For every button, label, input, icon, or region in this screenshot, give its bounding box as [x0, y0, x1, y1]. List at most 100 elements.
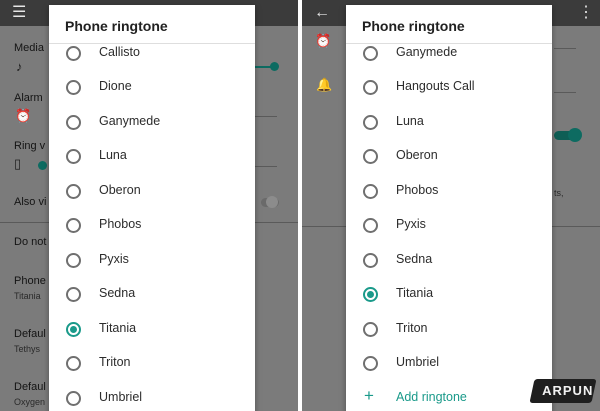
plus-icon: +: [364, 386, 374, 405]
ringtone-label: Pyxis: [396, 217, 426, 231]
ringtone-option[interactable]: Hangouts Call: [346, 70, 552, 104]
ringtone-option[interactable]: Luna: [49, 139, 255, 173]
add-ringtone-label: Add ringtone: [396, 390, 467, 404]
bell-icon: 🔔: [316, 77, 333, 92]
toggle-knob[interactable]: [568, 128, 582, 142]
ringtone-option[interactable]: Dione: [49, 70, 255, 104]
ringtone-option[interactable]: Umbriel: [346, 346, 552, 380]
ringtone-option-selected[interactable]: Titania: [346, 277, 552, 311]
watermark-text: ARPUN: [542, 383, 594, 398]
do-not-disturb-label: Do not: [14, 236, 47, 248]
ringtone-label: Dione: [99, 79, 132, 93]
also-vibrate-label: Also vi: [14, 196, 47, 208]
ringtone-option[interactable]: Ganymede: [346, 36, 552, 70]
ringtone-option[interactable]: Ganymede: [49, 105, 255, 139]
ringtone-label: Luna: [396, 114, 424, 128]
ringtone-label: Umbriel: [396, 355, 440, 369]
phone-ringtone-setting-label: Phone: [14, 275, 46, 287]
ringtone-option[interactable]: Phobos: [49, 208, 255, 242]
ring-volume-label: Ring v: [14, 140, 46, 152]
left-screen: ☰ Media ♪ Alarm ⏰ Ring v ▯ Also vi Do no…: [0, 0, 298, 411]
alarm-clock-icon: ⏰: [15, 108, 32, 123]
ringtone-label: Sedna: [396, 252, 433, 266]
ringtone-label: Oberon: [99, 183, 141, 197]
radio-button[interactable]: [363, 253, 378, 268]
radio-button[interactable]: [363, 322, 378, 337]
alarm-label: Alarm: [14, 92, 43, 104]
setting-summary-text: ts,: [554, 188, 564, 198]
ringtone-label: Ganymede: [99, 114, 161, 128]
ringtone-option[interactable]: Phobos: [346, 174, 552, 208]
radio-button[interactable]: [363, 356, 378, 371]
overflow-menu-icon[interactable]: ⋮: [578, 4, 594, 22]
radio-button[interactable]: [66, 115, 81, 130]
radio-button[interactable]: [363, 80, 378, 95]
ringtone-label: Sedna: [99, 286, 136, 300]
menu-icon[interactable]: ☰: [12, 4, 26, 22]
ringtone-label: Oberon: [396, 148, 438, 162]
dialog-title: Phone ringtone: [362, 18, 465, 34]
radio-button[interactable]: [66, 46, 81, 61]
radio-button[interactable]: [363, 46, 378, 61]
ringtone-option[interactable]: Umbriel: [49, 381, 255, 411]
radio-button[interactable]: [66, 287, 81, 302]
ringtone-option[interactable]: Luna: [346, 105, 552, 139]
ringtone-label: Hangouts Call: [396, 79, 475, 93]
default-alarm-label: Defaul: [14, 381, 46, 393]
radio-button[interactable]: [66, 184, 81, 199]
right-screen: ← ⋮ ⏰ 🔔 ts, Phone ringtone Ganymede Hang…: [302, 0, 600, 411]
ring-volume-track[interactable]: [255, 166, 277, 167]
ringtone-label: Triton: [396, 321, 428, 335]
media-volume-thumb[interactable]: [270, 62, 279, 71]
add-ringtone-button[interactable]: + Add ringtone: [346, 381, 552, 411]
radio-button[interactable]: [363, 218, 378, 233]
ringtone-option[interactable]: Pyxis: [346, 208, 552, 242]
radio-button[interactable]: [66, 391, 81, 406]
alarm-clock-icon: ⏰: [315, 33, 332, 48]
radio-button[interactable]: [363, 115, 378, 130]
dialog-title: Phone ringtone: [65, 18, 168, 34]
ringtone-label: Phobos: [99, 217, 142, 231]
also-vibrate-toggle-knob[interactable]: [266, 196, 278, 208]
watermark-logo: ARPUN: [529, 379, 597, 403]
ringtone-option[interactable]: Triton: [49, 346, 255, 380]
ring-volume-thumb[interactable]: [38, 161, 47, 170]
ringtone-option[interactable]: Pyxis: [49, 243, 255, 277]
ringtone-label: Triton: [99, 355, 131, 369]
ringtone-label: Luna: [99, 148, 127, 162]
ringtone-label: Callisto: [99, 45, 140, 59]
radio-button-checked[interactable]: [363, 287, 378, 302]
ringtone-dialog: Phone ringtone Ganymede Hangouts Call Lu…: [346, 5, 552, 411]
media-label: Media: [14, 42, 44, 54]
alarm-volume-track[interactable]: [554, 48, 576, 49]
ringtone-option[interactable]: Sedna: [346, 243, 552, 277]
ringtone-dialog: Phone ringtone Callisto Dione Ganymede L…: [49, 5, 255, 411]
ringtone-option[interactable]: Oberon: [49, 174, 255, 208]
ring-volume-track[interactable]: [554, 92, 576, 93]
default-notification-value: Tethys: [14, 344, 41, 354]
radio-button[interactable]: [363, 184, 378, 199]
radio-button[interactable]: [66, 149, 81, 164]
ringtone-label: Titania: [99, 321, 137, 335]
radio-button[interactable]: [66, 218, 81, 233]
ringtone-label: Phobos: [396, 183, 439, 197]
ringtone-option[interactable]: Callisto: [49, 36, 255, 70]
ringtone-option[interactable]: Oberon: [346, 139, 552, 173]
vibrate-icon: ▯: [14, 156, 22, 171]
ringtone-label: Ganymede: [396, 45, 458, 59]
ringtone-option[interactable]: Triton: [346, 312, 552, 346]
ringtone-option[interactable]: Sedna: [49, 277, 255, 311]
phone-ringtone-setting-value: Titania: [14, 291, 41, 301]
ringtone-option-selected[interactable]: Titania: [49, 312, 255, 346]
radio-button[interactable]: [66, 80, 81, 95]
default-notification-label: Defaul: [14, 328, 46, 340]
back-arrow-icon[interactable]: ←: [314, 4, 330, 22]
ringtone-label: Umbriel: [99, 390, 143, 404]
ringtone-label: Titania: [396, 286, 434, 300]
music-note-icon: ♪: [16, 59, 23, 74]
radio-button[interactable]: [66, 253, 81, 268]
radio-button[interactable]: [363, 149, 378, 164]
radio-button-checked[interactable]: [66, 322, 81, 337]
radio-button[interactable]: [66, 356, 81, 371]
alarm-volume-track[interactable]: [255, 116, 277, 117]
